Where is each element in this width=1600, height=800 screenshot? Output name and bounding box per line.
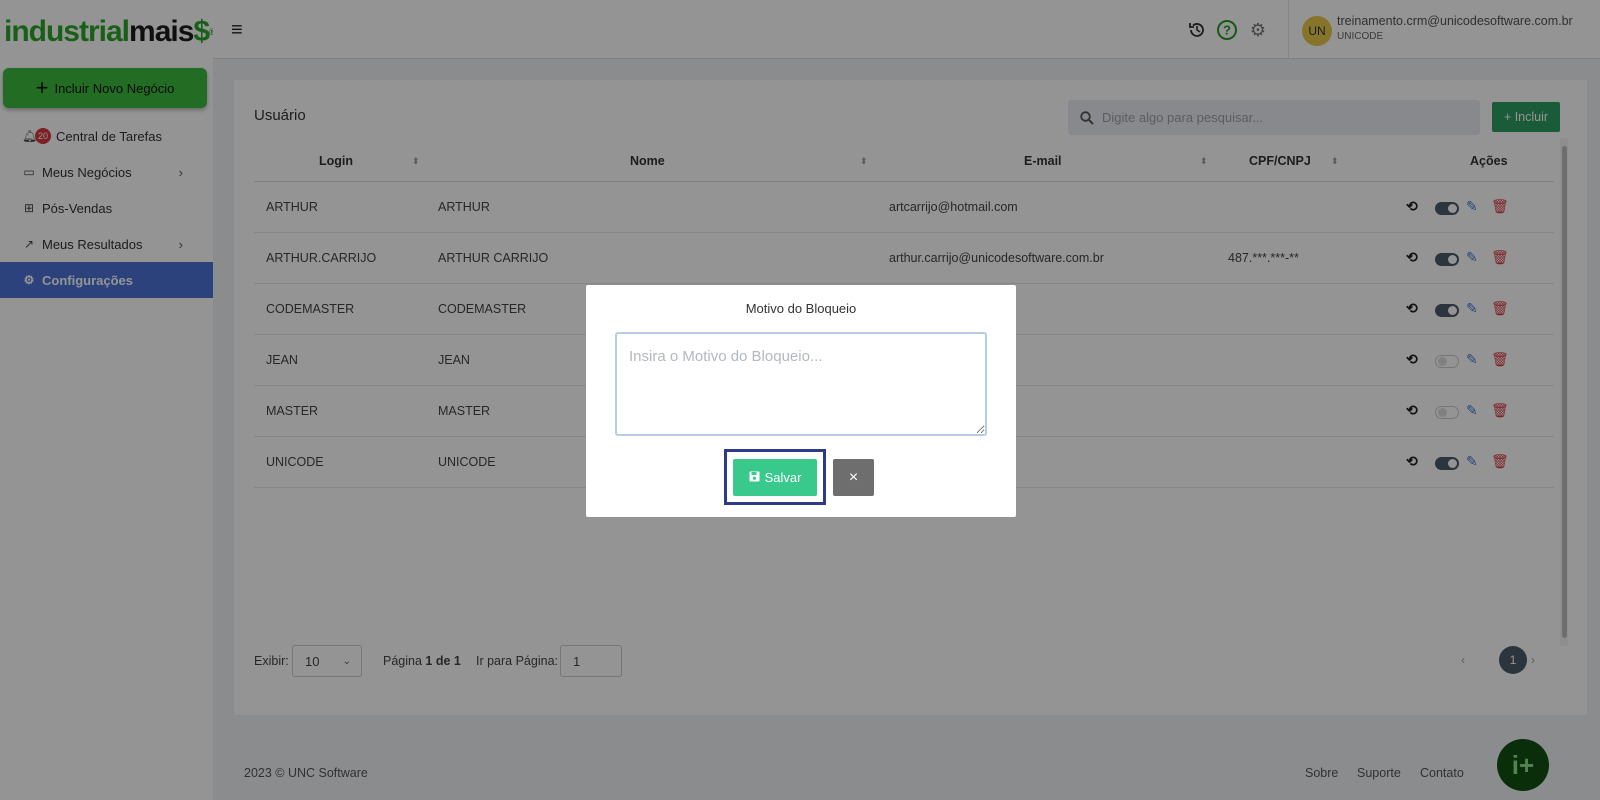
block-reason-textarea[interactable] bbox=[615, 332, 987, 436]
save-button[interactable]: Salvar bbox=[733, 459, 817, 496]
block-reason-modal: Motivo do Bloqueio Salvar × bbox=[586, 285, 1016, 517]
modal-title: Motivo do Bloqueio bbox=[745, 301, 857, 316]
close-button[interactable]: × bbox=[833, 459, 874, 496]
floppy-disk-icon bbox=[749, 471, 760, 485]
